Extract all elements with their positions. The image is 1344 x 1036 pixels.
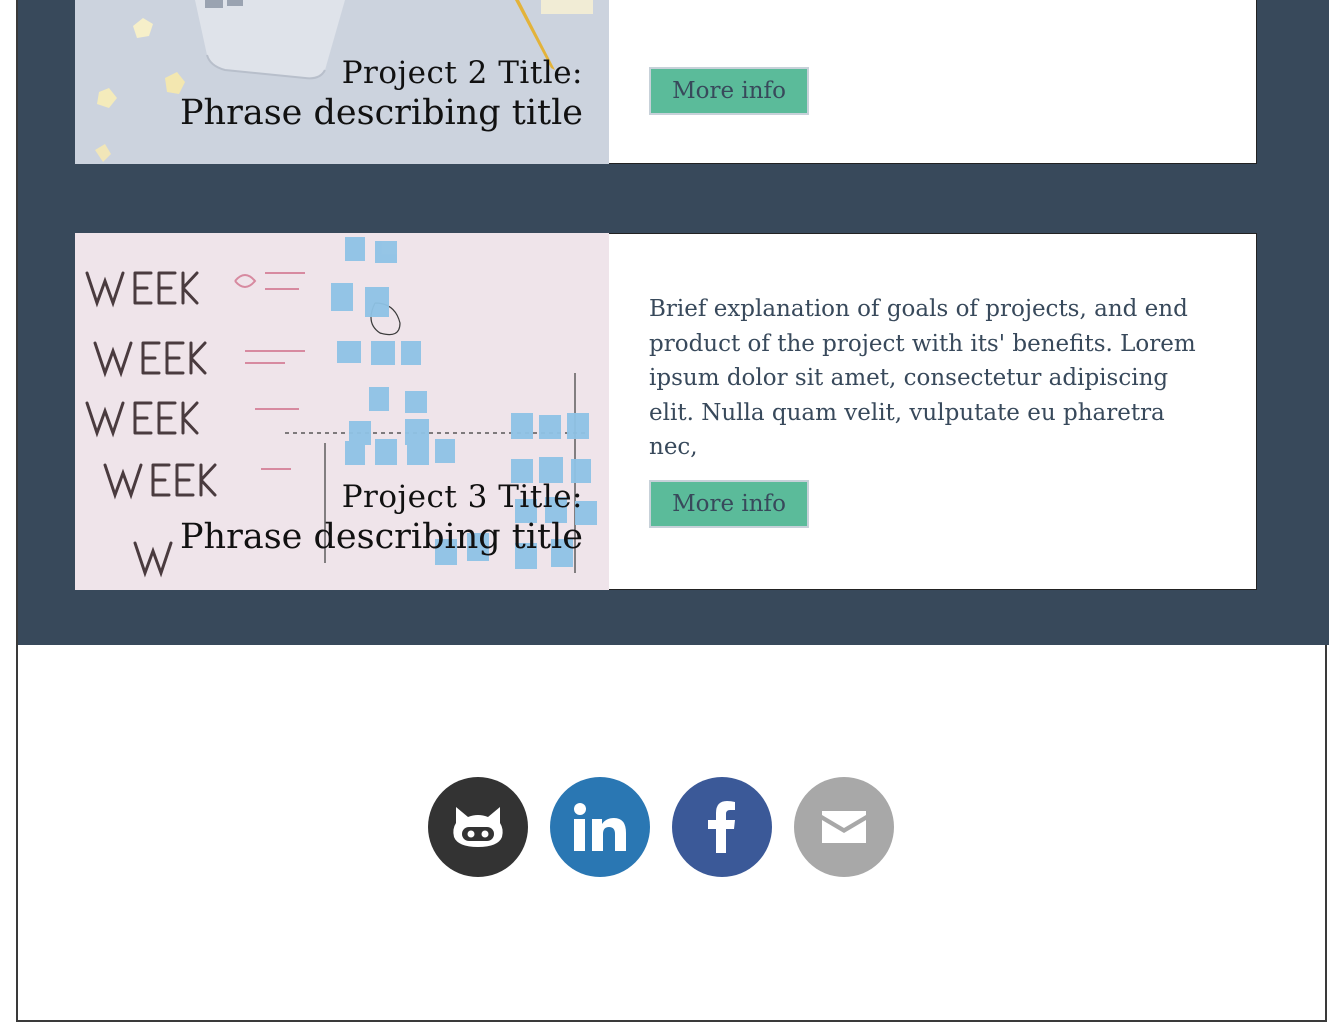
project-card-3: Project 3 Title: Phrase describing title… (75, 233, 1257, 590)
project-2-image: Project 2 Title: Phrase describing title (75, 0, 609, 164)
project-2-title: Project 2 Title: Phrase describing title (180, 55, 583, 134)
facebook-icon (708, 801, 735, 853)
project-3-title-line1: Project 3 Title: (341, 478, 583, 515)
projects-section: Project 2 Title: Phrase describing title… (18, 0, 1329, 645)
email-link[interactable] (794, 777, 894, 877)
github-link[interactable] (428, 777, 528, 877)
project-2-body: More info (609, 0, 1257, 164)
project-3-title-line2: Phrase describing title (180, 517, 583, 558)
mail-icon (822, 811, 866, 843)
facebook-link[interactable] (672, 777, 772, 877)
project-2-title-line2: Phrase describing title (180, 93, 583, 134)
project-3-image: Project 3 Title: Phrase describing title (75, 233, 609, 590)
project-3-body: Brief explanation of goals of projects, … (609, 233, 1257, 590)
social-links (428, 777, 894, 877)
project-2-title-line1: Project 2 Title: (341, 54, 583, 91)
github-icon (453, 807, 503, 847)
project-3-more-info-button[interactable]: More info (649, 480, 809, 528)
project-card-2: Project 2 Title: Phrase describing title… (75, 0, 1257, 164)
linkedin-icon (574, 803, 626, 851)
project-3-description: Brief explanation of goals of projects, … (649, 296, 1196, 460)
page-frame: Project 2 Title: Phrase describing title… (16, 0, 1329, 1022)
project-3-title: Project 3 Title: Phrase describing title (180, 479, 583, 558)
linkedin-link[interactable] (550, 777, 650, 877)
project-2-more-info-button[interactable]: More info (649, 67, 809, 115)
